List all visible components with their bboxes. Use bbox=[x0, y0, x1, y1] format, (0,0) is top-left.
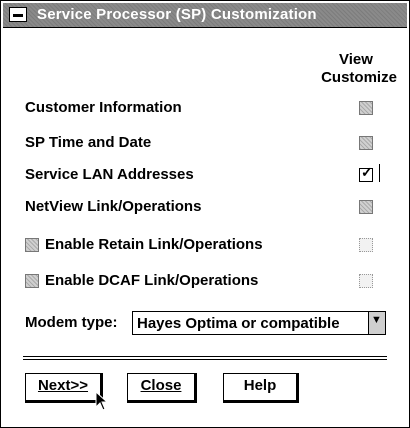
chevron-down-icon[interactable]: ▼ bbox=[368, 312, 385, 334]
next-button-label: Next>> bbox=[37, 377, 89, 394]
focus-indicator bbox=[379, 164, 380, 182]
checkbox-customer-information[interactable] bbox=[359, 101, 373, 115]
help-button[interactable]: Help bbox=[223, 373, 299, 403]
checkbox-sp-time-date[interactable] bbox=[359, 136, 373, 150]
column-header-view: View bbox=[339, 51, 373, 68]
row-label-sp-time-date: SP Time and Date bbox=[25, 134, 152, 151]
help-button-label: Help bbox=[243, 377, 277, 394]
column-header-customize: Customize bbox=[321, 69, 397, 86]
check-icon: ✓ bbox=[361, 164, 373, 180]
row-label-service-lan-addresses: Service LAN Addresses bbox=[25, 166, 194, 183]
modem-type-label: Modem type: bbox=[25, 314, 118, 331]
close-button-label: Close bbox=[140, 377, 182, 394]
next-button[interactable]: Next>> bbox=[25, 373, 103, 403]
checkbox-netview-link[interactable] bbox=[359, 200, 373, 214]
checkbox-dcaf-view-disabled bbox=[359, 274, 373, 288]
close-button[interactable]: Close bbox=[127, 373, 197, 403]
checkbox-service-lan-addresses[interactable]: ✓ bbox=[359, 164, 373, 182]
row-label-customer-information: Customer Information bbox=[25, 99, 182, 116]
checkbox-enable-dcaf[interactable] bbox=[25, 274, 39, 288]
checkbox-retain-view-disabled bbox=[359, 238, 373, 252]
separator bbox=[23, 359, 387, 360]
separator bbox=[23, 356, 387, 357]
dialog-window: Service Processor (SP) Customization Vie… bbox=[0, 0, 410, 428]
row-label-netview-link: NetView Link/Operations bbox=[25, 198, 202, 215]
modem-type-value: Hayes Optima or compatible bbox=[137, 315, 340, 332]
checkbox-enable-retain[interactable] bbox=[25, 238, 39, 252]
title-bar[interactable]: Service Processor (SP) Customization bbox=[3, 3, 407, 28]
modem-type-select[interactable]: Hayes Optima or compatible ▼ bbox=[132, 311, 386, 335]
window-title: Service Processor (SP) Customization bbox=[37, 6, 317, 23]
row-label-enable-retain: Enable Retain Link/Operations bbox=[45, 236, 263, 253]
row-label-enable-dcaf: Enable DCAF Link/Operations bbox=[45, 272, 259, 289]
system-menu-icon[interactable] bbox=[9, 7, 27, 22]
